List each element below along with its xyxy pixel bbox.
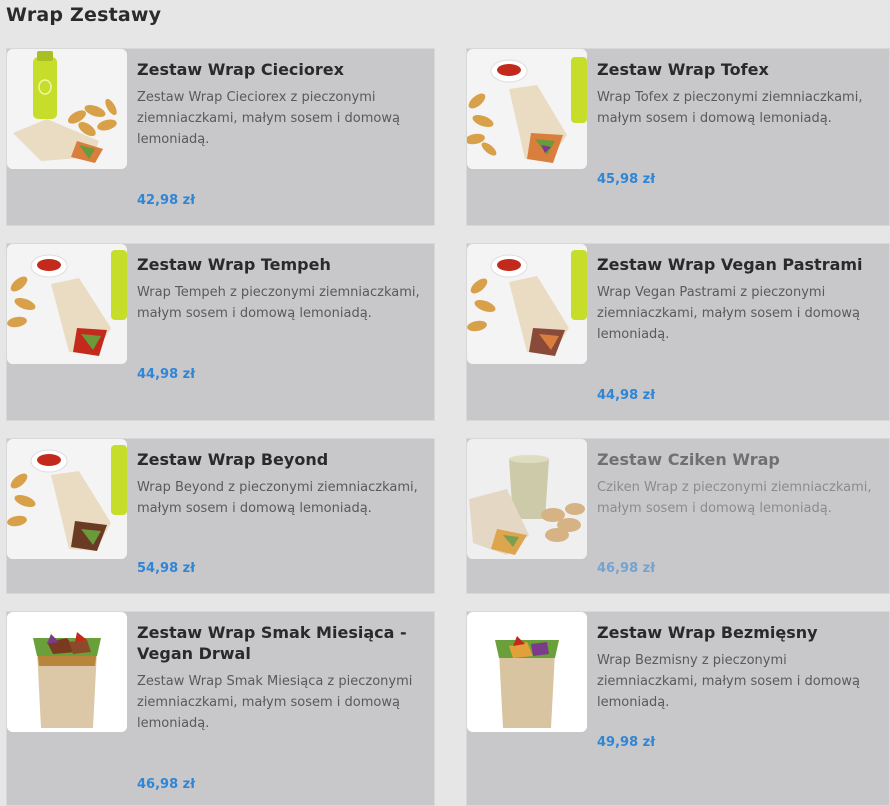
product-image [467,612,587,732]
product-image [7,612,127,732]
product-description: Wrap Beyond z pieczonymi ziemniaczkami, … [137,480,418,516]
product-price: 46,98 zł [137,777,196,792]
product-name: Zestaw Wrap Smak Miesiąca - Vegan Drwal [137,623,407,663]
product-card-vegan-pastrami[interactable]: Zestaw Wrap Vegan Pastrami Wrap Vegan Pa… [466,243,890,421]
product-name: Zestaw Wrap Tofex [597,60,769,79]
product-name: Zestaw Wrap Beyond [137,450,329,469]
product-image [467,244,587,364]
product-description: Zestaw Wrap Smak Miesiąca z pieczonymi z… [137,674,413,731]
product-price: 49,98 zł [597,735,656,750]
section-title: Wrap Zestawy [6,4,162,26]
product-card-beyond[interactable]: Zestaw Wrap Beyond Wrap Beyond z pieczon… [6,438,435,594]
product-price: 54,98 zł [137,561,196,576]
product-card-tempeh[interactable]: Zestaw Wrap Tempeh Wrap Tempeh z pieczon… [6,243,435,421]
product-card-smak-miesiaca[interactable]: Zestaw Wrap Smak Miesiąca - Vegan Drwal … [6,611,435,806]
product-price: 46,98 zł [597,561,656,576]
product-description: Wrap Vegan Pastrami z pieczonymi ziemnia… [597,285,860,342]
product-name: Zestaw Cziken Wrap [597,450,780,469]
product-name: Zestaw Wrap Vegan Pastrami [597,255,863,274]
product-price: 44,98 zł [137,367,196,382]
product-image [7,49,127,169]
product-image [7,439,127,559]
product-name: Zestaw Wrap Bezmięsny [597,623,818,642]
product-image [467,49,587,169]
product-image [467,439,587,559]
product-card-bezmiesny[interactable]: Zestaw Wrap Bezmięsny Wrap Bezmisny z pi… [466,611,890,806]
product-price: 45,98 zł [597,172,656,187]
product-description: Wrap Bezmisny z pieczonymi ziemniaczkami… [597,653,860,710]
product-price: 44,98 zł [597,388,656,403]
product-card-tofex[interactable]: Zestaw Wrap Tofex Wrap Tofex z pieczonym… [466,48,890,226]
product-card-cieciorex[interactable]: Zestaw Wrap Cieciorex Zestaw Wrap Ciecio… [6,48,435,226]
product-image [7,244,127,364]
product-name: Zestaw Wrap Cieciorex [137,60,344,79]
product-description: Zestaw Wrap Cieciorex z pieczonymi ziemn… [137,90,400,147]
product-description: Cziken Wrap z pieczonymi ziemniaczkami, … [597,480,872,516]
product-name: Zestaw Wrap Tempeh [137,255,331,274]
product-card-cziken-wrap[interactable]: Zestaw Cziken Wrap Cziken Wrap z pieczon… [466,438,890,594]
product-price: 42,98 zł [137,193,196,208]
product-description: Wrap Tempeh z pieczonymi ziemniaczkami, … [137,285,420,321]
product-description: Wrap Tofex z pieczonymi ziemniaczkami, m… [597,90,863,126]
